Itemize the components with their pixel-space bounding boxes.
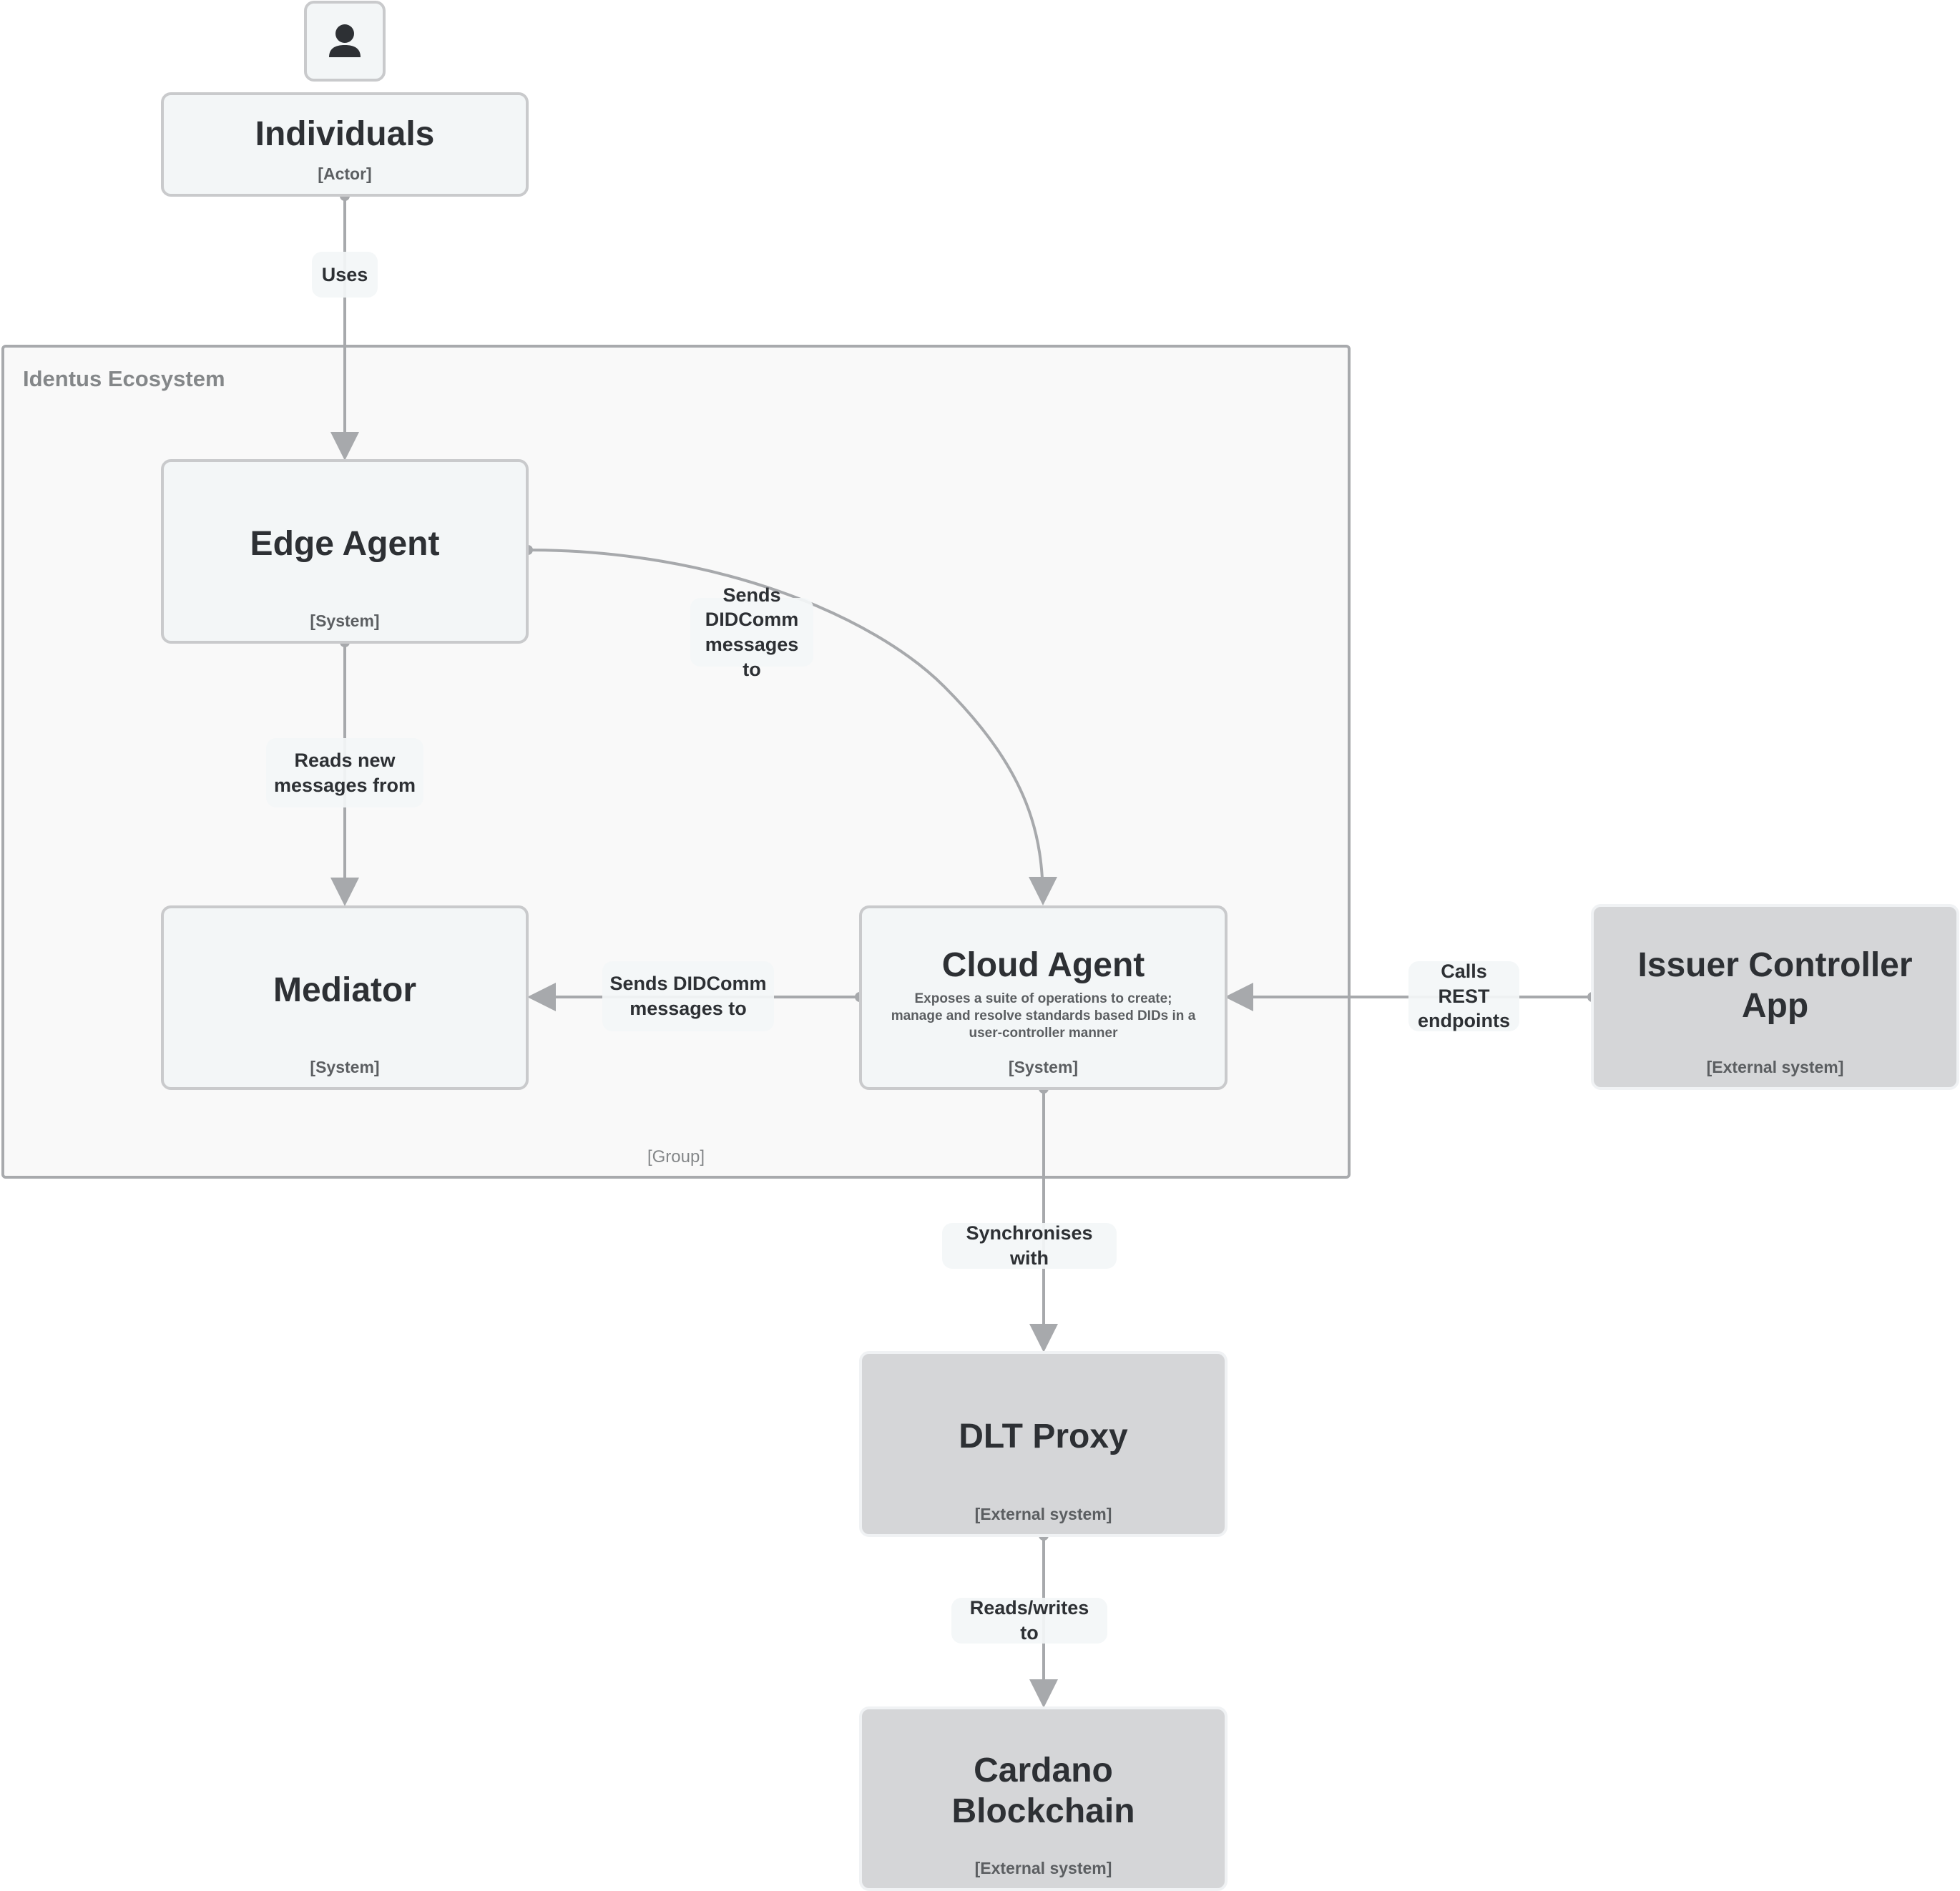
edge-label-uses: Uses bbox=[312, 252, 378, 298]
edge-label-issuer-to-cloud: Calls REST endpoints bbox=[1408, 961, 1519, 1031]
node-title: DLT Proxy bbox=[959, 1417, 1128, 1455]
node-type: [System] bbox=[310, 611, 380, 630]
node-title: Mediator bbox=[273, 971, 416, 1009]
node-issuer-controller-app[interactable]: Issuer Controller App [External system] bbox=[1591, 904, 1959, 1090]
node-title: Cloud Agent bbox=[941, 946, 1145, 984]
node-title: Individuals bbox=[255, 114, 435, 153]
node-cloud-agent[interactable]: Cloud Agent Exposes a suite of operation… bbox=[859, 905, 1228, 1090]
node-edge-agent[interactable]: Edge Agent [System] bbox=[161, 459, 529, 644]
node-dlt-proxy[interactable]: DLT Proxy [External system] bbox=[859, 1351, 1228, 1537]
node-type: [System] bbox=[1008, 1058, 1079, 1076]
node-individuals[interactable]: Individuals [Actor] bbox=[161, 92, 529, 197]
node-type: [External system] bbox=[1706, 1058, 1844, 1076]
edge-label-cloud-to-mediator: Sends DIDComm messages to bbox=[602, 961, 774, 1031]
node-title: Issuer Controller App bbox=[1637, 946, 1913, 1025]
node-type: [External system] bbox=[974, 1505, 1112, 1523]
edge-label-dlt-to-cardano: Reads/writes to bbox=[951, 1597, 1107, 1644]
node-mediator[interactable]: Mediator [System] bbox=[161, 905, 529, 1090]
diagram-canvas: Identus Ecosystem [Group] Individuals [A… bbox=[0, 0, 1960, 1891]
node-cardano-blockchain[interactable]: Cardano Blockchain [External system] bbox=[859, 1706, 1228, 1891]
edge-label-edge-reads-mediator: Reads new messages from bbox=[266, 738, 423, 807]
node-type: [Actor] bbox=[318, 164, 372, 183]
edge-label-edge-to-cloud: Sends DIDComm messages to bbox=[690, 584, 813, 680]
node-type: [External system] bbox=[974, 1859, 1112, 1877]
node-description: Exposes a suite of operations to create;… bbox=[891, 991, 1196, 1041]
edge-label-cloud-to-dlt: Synchronises with bbox=[942, 1222, 1117, 1269]
actor-icon-box[interactable] bbox=[304, 1, 386, 82]
node-title: Cardano Blockchain bbox=[951, 1752, 1135, 1830]
node-title: Edge Agent bbox=[250, 524, 440, 563]
person-icon bbox=[329, 24, 361, 57]
node-type: [System] bbox=[310, 1058, 380, 1076]
